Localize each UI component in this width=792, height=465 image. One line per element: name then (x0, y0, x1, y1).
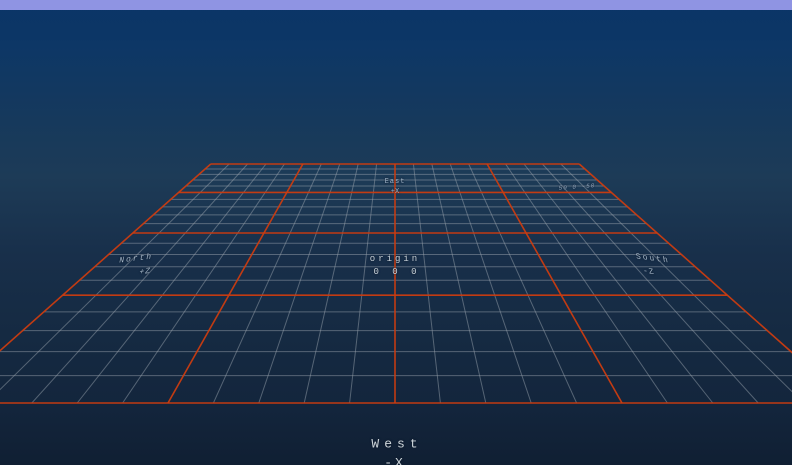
west-axis-label: -X (384, 456, 406, 465)
grid-minor-line (542, 164, 758, 403)
east-axis-label: +X (391, 188, 399, 196)
top-accent-bar (0, 0, 792, 10)
east-label: East (385, 178, 406, 186)
origin-coordinates: 0 0 0 (373, 267, 420, 277)
north-axis-label: +Z (138, 267, 151, 278)
grid-minor-line (32, 164, 248, 403)
west-label: West (371, 437, 422, 452)
ground-grid (0, 0, 792, 465)
3d-viewport[interactable]: East +X 50 0 -50 North +Z origin 0 0 0 S… (0, 0, 792, 465)
origin-label: origin (370, 254, 420, 264)
south-axis-label: -Z (642, 267, 655, 278)
